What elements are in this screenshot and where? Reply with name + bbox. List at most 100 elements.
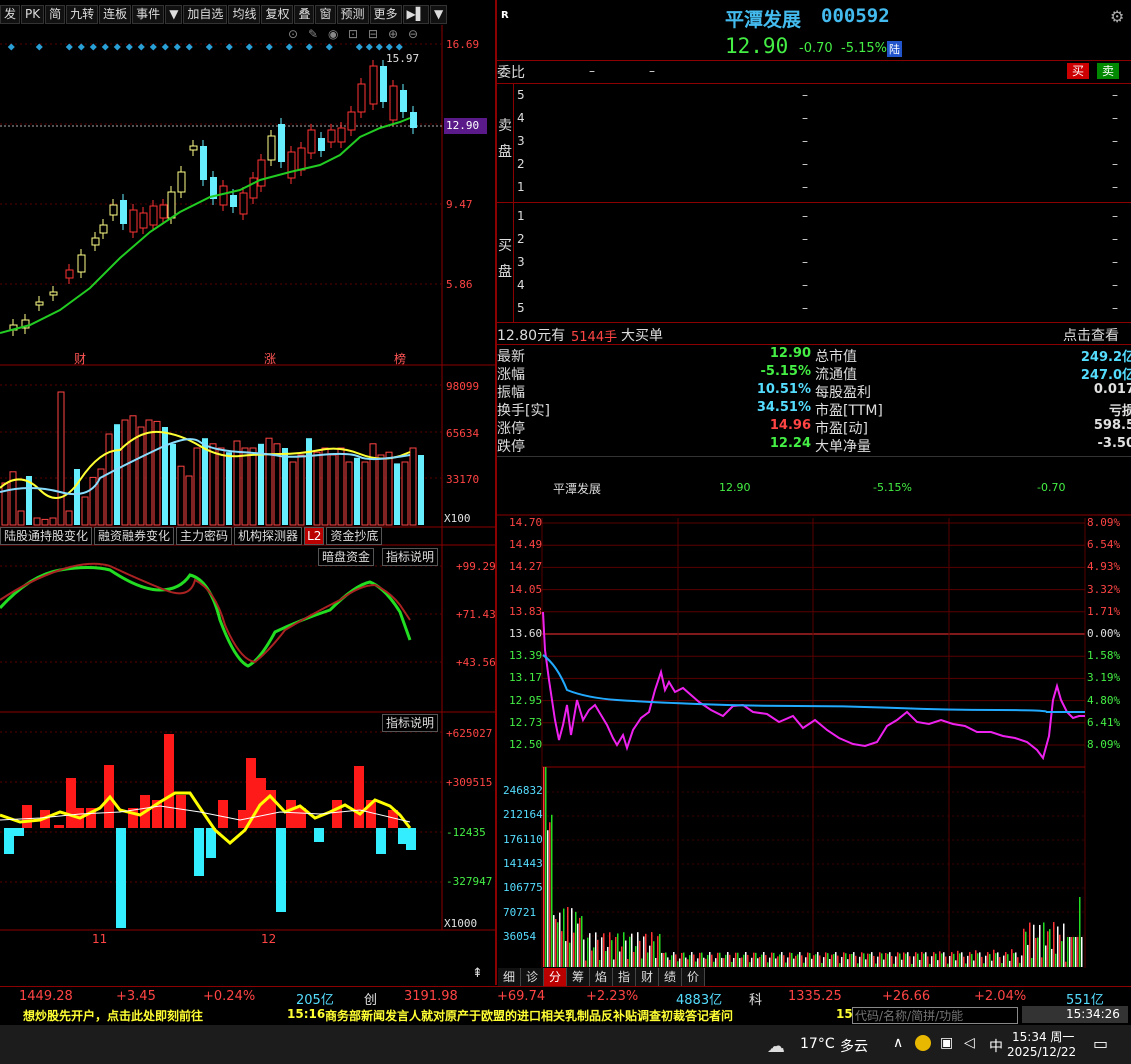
kline-panel[interactable]: 发 PK 简九转 连板 事件 ▼ 加自选 均线 复权叠窗预测 更多 ▶▌ ▼ ⊙ ✎ ◉ ⊡ ⊟ ⊕ ⊖ 16.6… — [0, 0, 496, 985]
chart-tool-icon[interactable]: ✎ — [308, 27, 318, 41]
intraday-volume-bar — [643, 936, 645, 967]
intraday-volume-bar — [871, 952, 873, 967]
tab-margin[interactable]: 融资融券变化 — [94, 527, 175, 545]
bottom-tab-1[interactable]: 诊 — [521, 968, 544, 986]
intraday-volume-bar — [895, 956, 897, 967]
intraday-volume-bar — [1009, 960, 1011, 967]
open-account-link[interactable]: 想炒股先开户，点击此处即刻前往 — [23, 1007, 203, 1024]
chevron-up-icon[interactable]: ∧ — [893, 1035, 903, 1051]
intraday-volume-bar — [595, 932, 597, 967]
intraday-pct-tick: 1.71% — [1087, 604, 1121, 618]
tab-hk-holding[interactable]: 陆股通持股变化 — [0, 527, 93, 545]
price-axis-top: 16.69 — [446, 38, 480, 51]
intraday-volume-bar — [1071, 937, 1073, 967]
intraday-volume-bar — [991, 960, 993, 967]
network-icon[interactable]: ▣ — [940, 1035, 953, 1051]
intraday-volume-bar — [1017, 957, 1019, 967]
volume-bar — [217, 447, 225, 526]
bottom-tab-2[interactable]: 分 — [544, 968, 567, 986]
candle — [109, 204, 118, 216]
indicator-help-button-1[interactable]: 指标说明 — [382, 548, 439, 566]
notification-icon[interactable]: ▭ — [1093, 1034, 1108, 1053]
intraday-volume-bar — [795, 955, 797, 967]
intraday-volume-bar — [817, 952, 819, 967]
ime-indicator[interactable]: 中 — [989, 1036, 1003, 1056]
intraday-volume-bar — [821, 962, 823, 967]
intraday-volume-bar — [1003, 955, 1005, 967]
bottom-tab-3[interactable]: 筹 — [567, 968, 590, 986]
intraday-volume-bar — [799, 952, 801, 967]
weather: 多云 — [840, 1039, 868, 1055]
volume-bar — [137, 426, 145, 526]
tab-inst-detector[interactable]: 机构探测器 — [234, 527, 303, 545]
bottom-tab-5[interactable]: 指 — [613, 968, 636, 986]
volume-bar — [337, 447, 345, 526]
intraday-volume-bar — [693, 954, 695, 967]
intraday-volume-bar — [853, 952, 855, 967]
signal-diamond — [7, 43, 15, 51]
intraday-volume-bar — [857, 963, 859, 967]
intraday-volume-bar — [849, 954, 851, 967]
scroll-up-icon[interactable]: ⇞ — [472, 966, 483, 981]
kline-chart[interactable]: ⊙ ✎ ◉ ⊡ ⊟ ⊕ ⊖ — [0, 0, 495, 985]
chart-tool-icon[interactable]: ⊕ — [388, 27, 398, 41]
intraday-volume-bar — [679, 958, 681, 967]
intraday-volume-bar — [755, 952, 757, 967]
bottom-tab-8[interactable]: 价 — [682, 968, 705, 986]
bottom-tab-7[interactable]: 绩 — [659, 968, 682, 986]
signal-diamond — [395, 43, 403, 51]
intraday-pct-tick: 4.93% — [1087, 560, 1121, 574]
marker-finance[interactable]: 财 — [74, 350, 86, 367]
bottom-tab-4[interactable]: 焰 — [590, 968, 613, 986]
indicator-help-button-2[interactable]: 指标说明 — [382, 714, 439, 732]
chart-tool-icon[interactable]: ⊟ — [368, 27, 378, 41]
intraday-volume-bar — [573, 932, 575, 967]
intraday-volume-bar — [709, 952, 711, 967]
intraday-volume-bar — [839, 963, 841, 967]
candle — [230, 195, 237, 207]
current-price-tag: 12.90 — [444, 118, 488, 134]
news-headline[interactable]: 商务部新闻发言人就对原产于欧盟的进口相关乳制品反补贴调查初裁答记者问 — [325, 1007, 733, 1024]
volume-bar — [41, 518, 49, 526]
volume-bar — [33, 517, 41, 526]
bottom-tab-6[interactable]: 财 — [636, 968, 659, 986]
chart-tool-icon[interactable]: ⊙ — [288, 27, 298, 41]
intraday-price-tick: 14.27 — [509, 560, 543, 574]
marker-list[interactable]: 榜 — [394, 350, 406, 367]
intraday-volume-bar — [551, 814, 553, 967]
chart-tool-icon[interactable]: ⊖ — [408, 27, 418, 41]
dark-fund-button[interactable]: 暗盘资金 — [318, 548, 375, 566]
volume-bar — [177, 465, 185, 526]
chart-tool-icon[interactable]: ⊡ — [348, 27, 358, 41]
intraday-volume-bar — [923, 953, 925, 967]
candle — [347, 111, 356, 131]
marker-rise[interactable]: 涨 — [264, 350, 276, 367]
intraday-chart[interactable] — [497, 0, 1131, 985]
taskbar-date[interactable]: 2025/12/22 — [1007, 1045, 1076, 1059]
intraday-volume-bar — [1079, 897, 1081, 967]
intraday-volume-bar — [675, 954, 677, 967]
app-tray-icon[interactable] — [915, 1035, 931, 1051]
intraday-volume-bar — [897, 952, 899, 967]
volume-bar — [49, 517, 57, 526]
candle — [149, 205, 158, 226]
taskbar-time[interactable]: 15:34 周一 — [1012, 1028, 1074, 1045]
ind1-axis-low: +43.56 — [456, 656, 496, 669]
intraday-volume-bar — [827, 953, 829, 967]
intraday-volume-bar — [553, 915, 555, 967]
tab-main-code[interactable]: 主力密码 — [176, 527, 233, 545]
index-field: +2.23% — [586, 989, 639, 1004]
intraday-volume-bar — [889, 952, 891, 967]
intraday-volume-bar — [953, 953, 955, 967]
intraday-volume-bar — [1077, 937, 1079, 967]
intraday-vol-tick: 70721 — [503, 905, 537, 919]
tab-fund-bottom[interactable]: 资金抄底 — [326, 527, 383, 545]
intraday-volume-bar — [717, 952, 719, 967]
intraday-volume-bar — [615, 937, 617, 967]
intraday-volume-bar — [987, 952, 989, 967]
bottom-tab-0[interactable]: 细 — [498, 968, 521, 986]
search-input[interactable] — [852, 1007, 1018, 1024]
chart-tool-icon[interactable]: ◉ — [328, 27, 338, 41]
intraday-volume-bar — [1035, 938, 1037, 967]
speaker-icon[interactable]: ◁ — [964, 1035, 975, 1051]
